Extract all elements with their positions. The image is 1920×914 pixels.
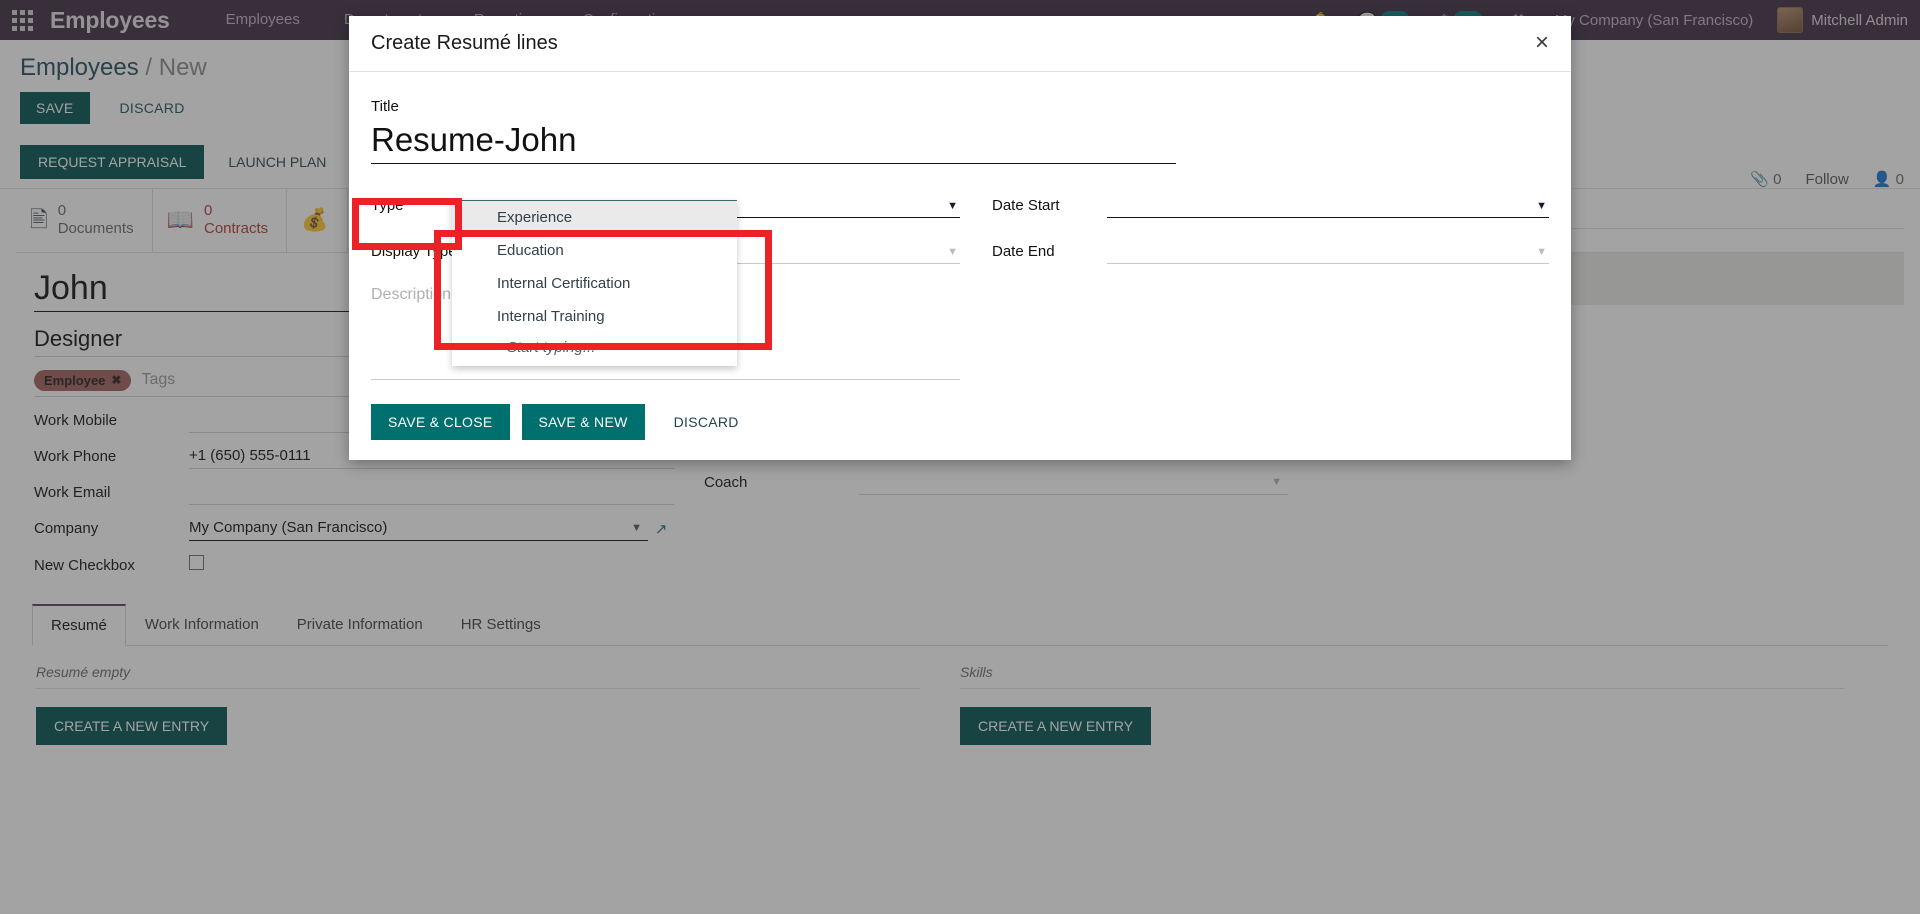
chevron-down-icon[interactable]: ▼ bbox=[947, 246, 958, 258]
screen-root: Employees Employees Departments Reportin… bbox=[0, 0, 1920, 914]
dialog-footer: SAVE & CLOSE SAVE & NEW DISCARD bbox=[349, 390, 1571, 460]
dropdown-option-experience[interactable]: Experience bbox=[452, 201, 737, 234]
dialog-header: Create Resumé lines × bbox=[349, 16, 1571, 72]
save-and-close-button[interactable]: SAVE & CLOSE bbox=[371, 404, 510, 440]
chevron-down-icon[interactable]: ▼ bbox=[1536, 246, 1547, 258]
field-row-date-end: Date End ▼ bbox=[992, 240, 1549, 264]
date-end-input[interactable]: ▼ bbox=[1107, 240, 1549, 264]
chevron-down-icon[interactable]: ▼ bbox=[1536, 200, 1547, 212]
dropdown-option-internal-training[interactable]: Internal Training bbox=[452, 300, 737, 333]
dropdown-option-education[interactable]: Education bbox=[452, 234, 737, 267]
dialog-title: Create Resumé lines bbox=[371, 32, 558, 54]
date-end-label: Date End bbox=[992, 243, 1055, 260]
save-and-new-button[interactable]: SAVE & NEW bbox=[521, 404, 645, 440]
dialog-discard-button[interactable]: DISCARD bbox=[657, 404, 756, 440]
close-icon[interactable]: × bbox=[1535, 30, 1549, 55]
field-row-date-start: Date Start ▼ bbox=[992, 194, 1549, 218]
title-input[interactable]: Resume-John bbox=[371, 121, 1176, 164]
type-dropdown-menu: Experience Education Internal Certificat… bbox=[452, 200, 737, 366]
dropdown-start-typing-hint: Start typing... bbox=[507, 339, 596, 356]
dropdown-option-internal-certification[interactable]: Internal Certification bbox=[452, 267, 737, 300]
date-start-input[interactable]: ▼ bbox=[1107, 194, 1549, 218]
title-field-label: Title bbox=[371, 98, 399, 115]
chevron-down-icon[interactable]: ▼ bbox=[947, 200, 958, 212]
date-start-label: Date Start bbox=[992, 197, 1060, 214]
dialog-column-right: Date Start ▼ Date End ▼ bbox=[960, 194, 1549, 380]
